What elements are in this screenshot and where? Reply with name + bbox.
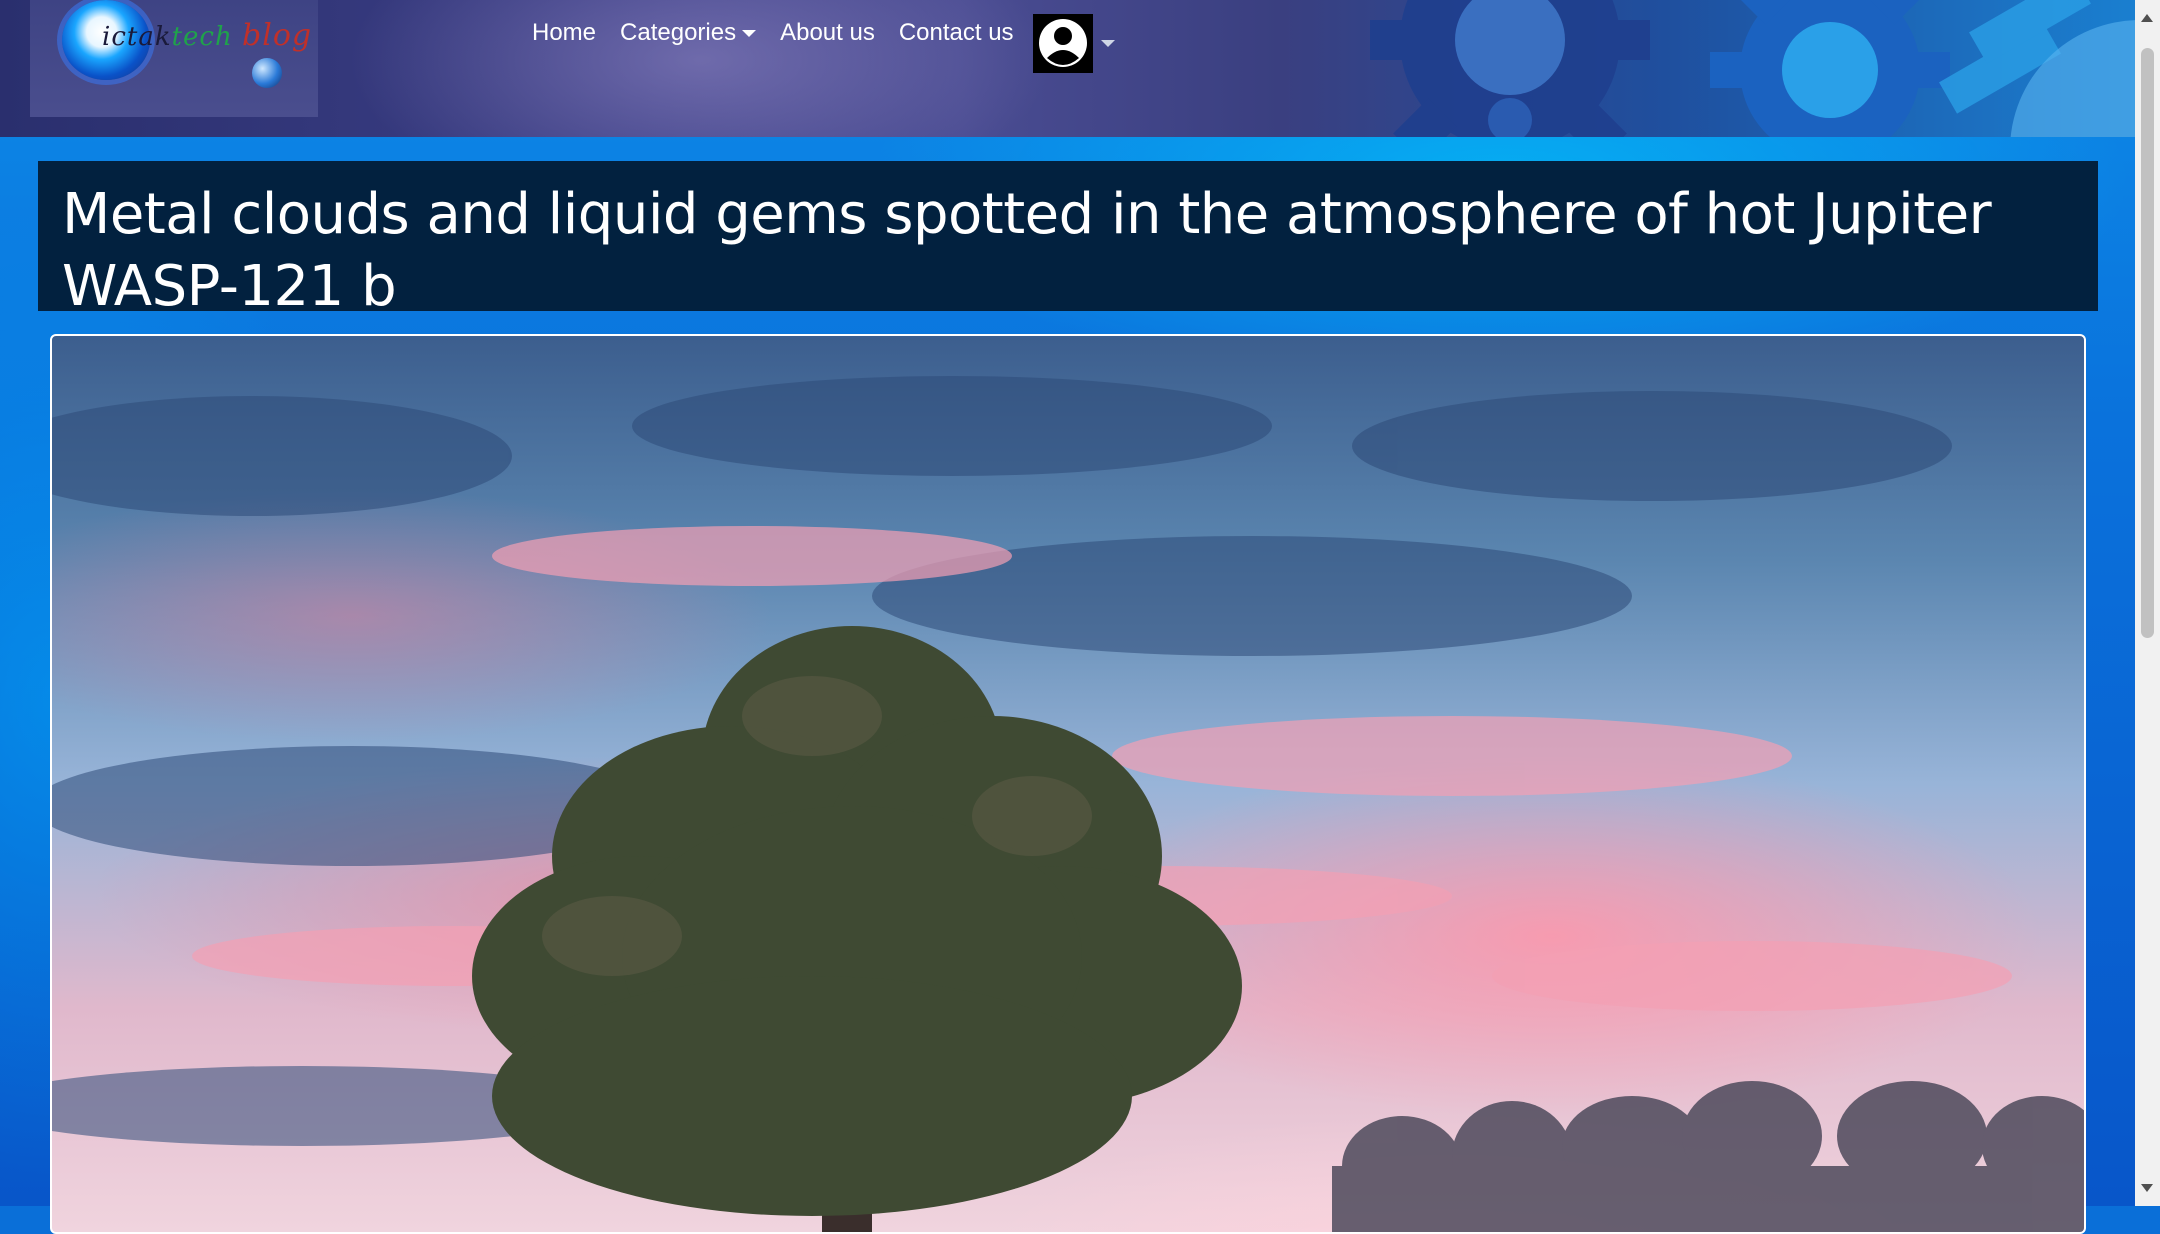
logo-text-ictak: ictak <box>102 22 172 52</box>
scroll-up-arrow-icon[interactable] <box>2141 14 2153 22</box>
logo-ball-icon <box>252 58 282 88</box>
user-menu-toggle[interactable] <box>1033 14 1115 73</box>
nav-contact-label: Contact us <box>898 19 1014 46</box>
nav-contact-link[interactable]: Contact us <box>899 19 1014 47</box>
nav-categories-label: Categories <box>620 19 737 46</box>
caret-down-icon <box>742 29 757 37</box>
distant-treeline <box>1332 1081 2084 1232</box>
article-title: Metal clouds and liquid gems spotted in … <box>62 182 1992 319</box>
site-logo[interactable]: ictaktech blog <box>30 0 318 117</box>
main-nav: Home Categories About us Contact us <box>532 18 1038 48</box>
scroll-down-arrow-icon[interactable] <box>2141 1184 2153 1192</box>
logo-text-blog: blog <box>242 18 313 53</box>
nav-home-label: Home <box>532 19 597 46</box>
chevron-down-icon[interactable] <box>1101 40 1115 47</box>
nav-categories-dropdown[interactable]: Categories <box>620 19 757 47</box>
vertical-scrollbar[interactable] <box>2135 0 2160 1206</box>
gear-decoration-icon <box>1370 0 1650 137</box>
article-title-box: Metal clouds and liquid gems spotted in … <box>38 161 2098 319</box>
site-header: ictaktech blog Home Categories About us … <box>0 0 2135 137</box>
nav-home-link[interactable]: Home <box>532 19 596 47</box>
article-hero-image <box>50 334 2086 1234</box>
main-tree <box>472 626 1242 1232</box>
logo-text-tech: tech <box>171 22 233 52</box>
user-avatar-icon[interactable] <box>1033 14 1093 73</box>
nav-about-link[interactable]: About us <box>780 19 875 47</box>
logo-text: ictaktech blog <box>102 18 312 53</box>
sunset-tree-illustration <box>52 376 2084 1232</box>
scrollbar-thumb[interactable] <box>2141 48 2154 638</box>
nav-about-label: About us <box>780 19 875 46</box>
